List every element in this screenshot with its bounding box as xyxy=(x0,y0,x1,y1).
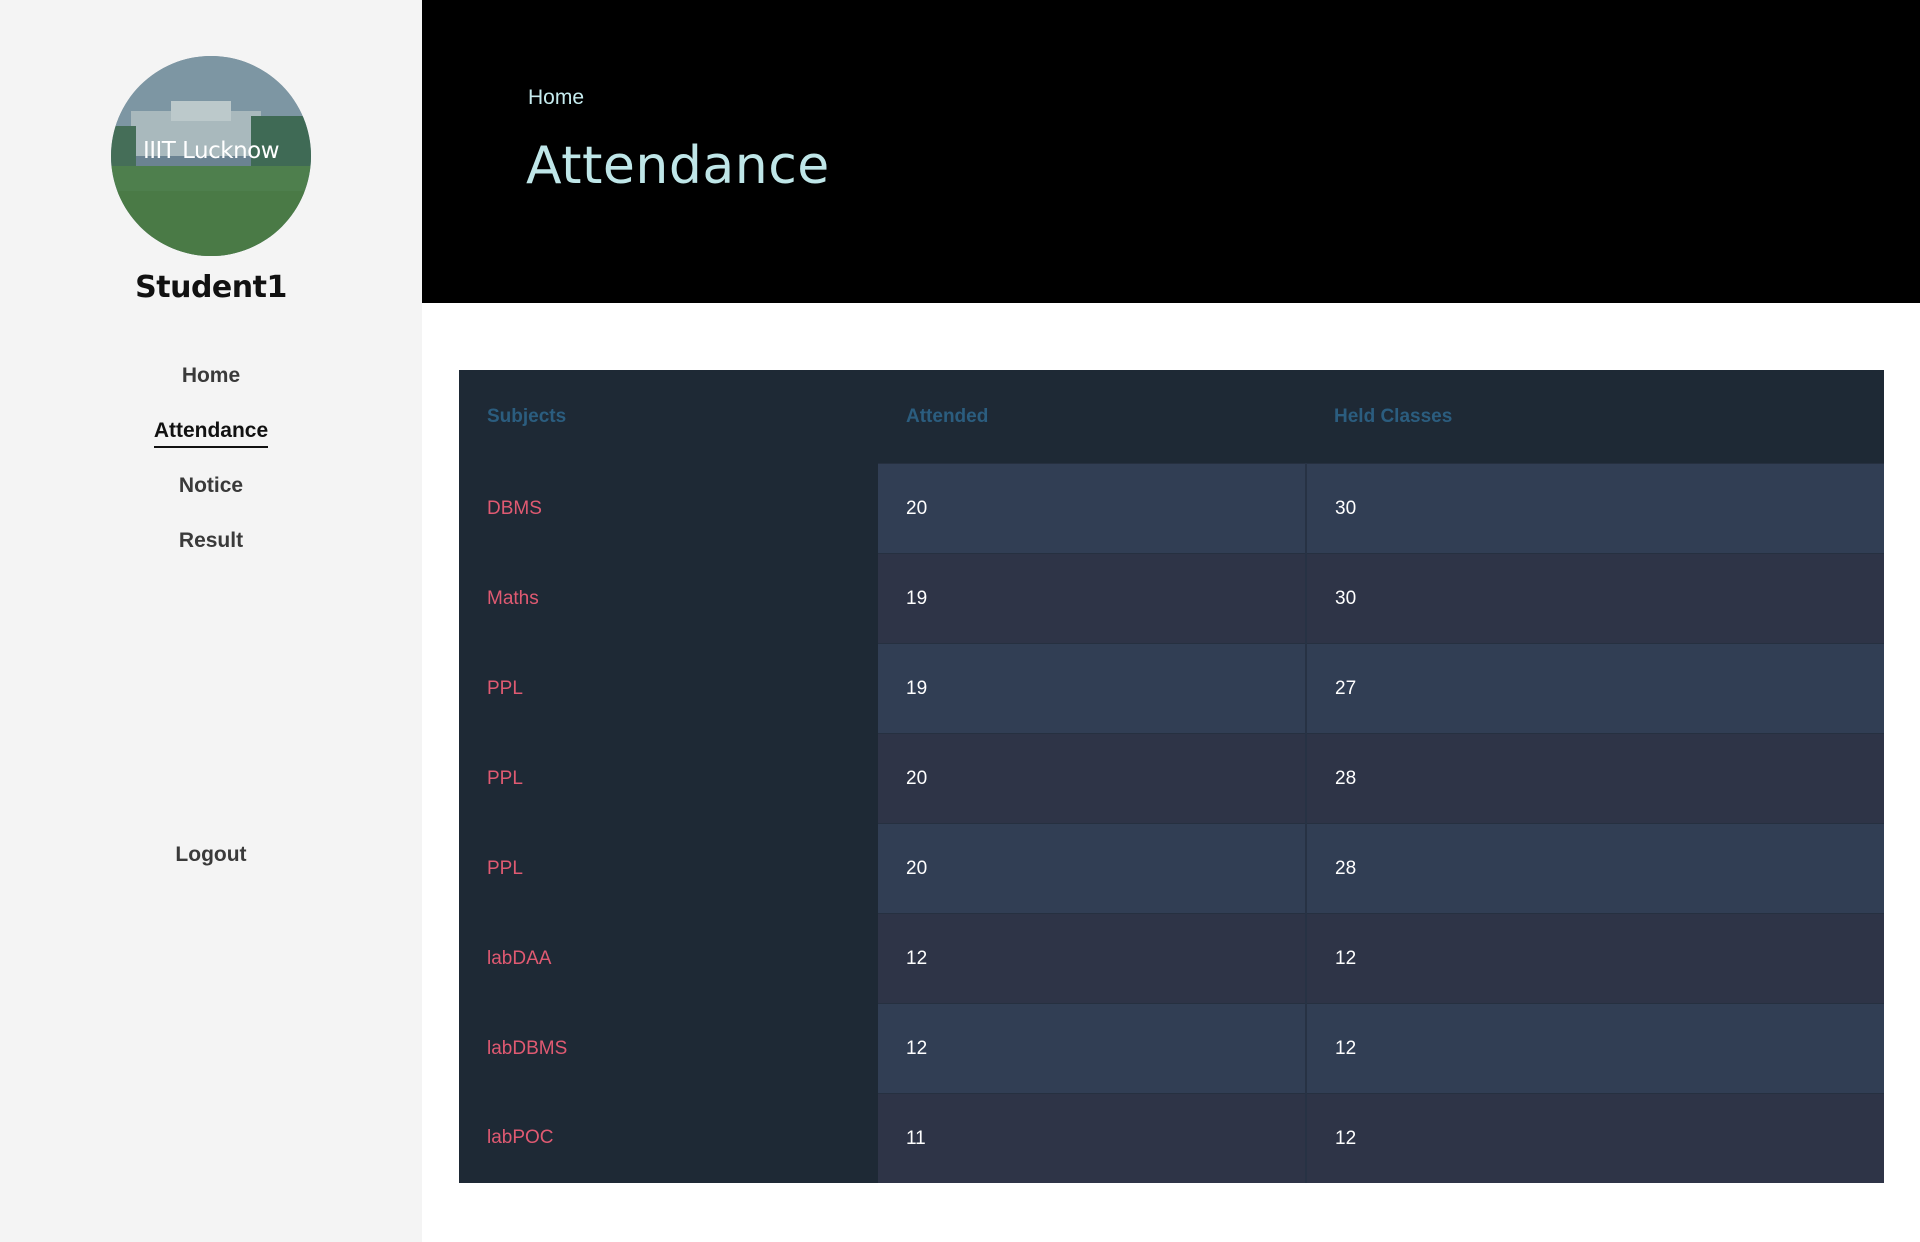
held-classes-cell: 12 xyxy=(1305,1093,1884,1183)
column-header-held-classes: Held Classes xyxy=(1306,370,1884,464)
subject-cell: PPL xyxy=(459,643,878,734)
table-row: Maths 19 30 xyxy=(459,553,1884,644)
attended-cell: 11 xyxy=(878,1093,1306,1183)
subject-cell: PPL xyxy=(459,823,878,914)
sidebar: IIIT Lucknow Student1 Home Attendance No… xyxy=(0,0,422,1242)
table-row: labDBMS 12 12 xyxy=(459,1003,1884,1094)
sidebar-item-home[interactable]: Home xyxy=(0,358,422,413)
attended-cell: 19 xyxy=(878,643,1306,734)
page-header: Home Attendance xyxy=(422,0,1920,303)
held-classes-cell: 30 xyxy=(1305,463,1884,554)
sidebar-item-label: Notice xyxy=(178,474,244,497)
app-root: IIIT Lucknow Student1 Home Attendance No… xyxy=(0,0,1920,1242)
sidebar-item-label: Attendance xyxy=(153,417,269,448)
attended-cell: 12 xyxy=(878,1003,1306,1094)
held-classes-cell: 30 xyxy=(1305,553,1884,644)
table-row: DBMS 20 30 xyxy=(459,463,1884,554)
subject-cell: labDAA xyxy=(459,913,878,1004)
sidebar-item-notice[interactable]: Notice xyxy=(0,468,422,523)
held-classes-cell: 28 xyxy=(1305,823,1884,914)
attended-cell: 20 xyxy=(878,733,1306,824)
table-header-row: Subjects Attended Held Classes xyxy=(459,370,1884,464)
held-classes-cell: 12 xyxy=(1305,913,1884,1004)
table-row: labPOC 11 12 xyxy=(459,1093,1884,1183)
sidebar-item-result[interactable]: Result xyxy=(0,523,422,578)
attended-cell: 20 xyxy=(878,463,1306,554)
attended-cell: 20 xyxy=(878,823,1306,914)
subject-cell: PPL xyxy=(459,733,878,824)
username: Student1 xyxy=(135,270,287,305)
avatar: IIIT Lucknow xyxy=(111,56,311,256)
sidebar-item-label: Result xyxy=(178,529,244,552)
attendance-table-container: Subjects Attended Held Classes DBMS 20 3… xyxy=(459,370,1884,1183)
subject-cell: labPOC xyxy=(459,1093,878,1183)
sidebar-nav: Home Attendance Notice Result xyxy=(0,358,422,578)
held-classes-cell: 27 xyxy=(1305,643,1884,734)
table-row: PPL 19 27 xyxy=(459,643,1884,734)
avatar-label: IIIT Lucknow xyxy=(142,138,280,164)
attendance-table: Subjects Attended Held Classes DBMS 20 3… xyxy=(459,370,1884,1183)
table-row: PPL 20 28 xyxy=(459,733,1884,824)
table-row: PPL 20 28 xyxy=(459,823,1884,914)
column-header-attended: Attended xyxy=(878,370,1306,464)
breadcrumb-home-link[interactable]: Home xyxy=(528,86,584,110)
page-title: Attendance xyxy=(526,136,830,196)
subject-cell: Maths xyxy=(459,553,878,644)
attended-cell: 12 xyxy=(878,913,1306,1004)
held-classes-cell: 28 xyxy=(1305,733,1884,824)
subject-cell: labDBMS xyxy=(459,1003,878,1094)
logout-button[interactable]: Logout xyxy=(0,843,422,867)
column-header-subjects: Subjects xyxy=(459,370,878,464)
sidebar-item-attendance[interactable]: Attendance xyxy=(0,413,422,468)
held-classes-cell: 12 xyxy=(1305,1003,1884,1094)
subject-cell: DBMS xyxy=(459,463,878,554)
attended-cell: 19 xyxy=(878,553,1306,644)
sidebar-item-label: Home xyxy=(181,364,241,387)
table-row: labDAA 12 12 xyxy=(459,913,1884,1004)
